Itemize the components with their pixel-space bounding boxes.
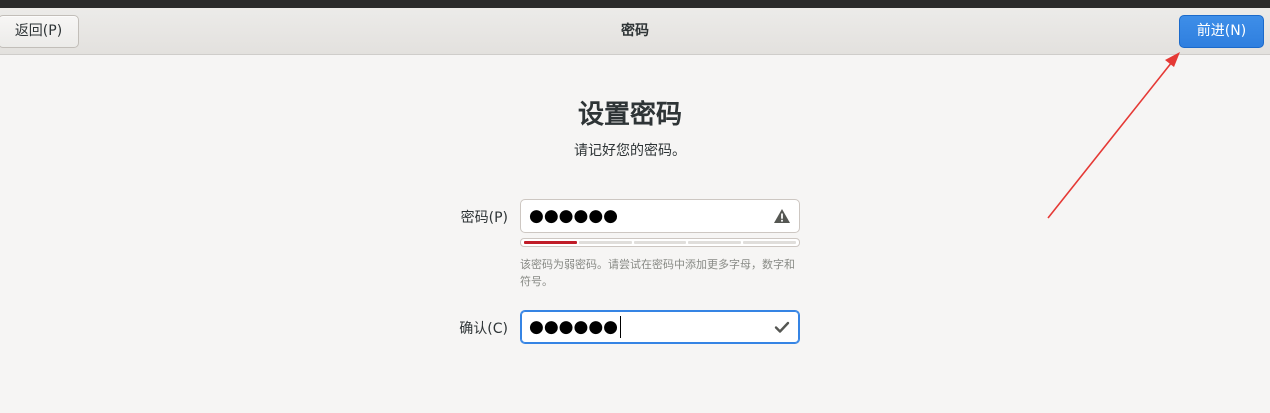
header-bar: 返回(P) 密码 前进(N): [0, 8, 1270, 55]
header-title: 密码: [621, 23, 649, 39]
confirm-label: 确认(C): [459, 321, 508, 337]
window-top-edge: [0, 0, 1270, 8]
strength-segment: [688, 241, 742, 244]
strength-segment: [633, 241, 687, 244]
password-hint: 该密码为弱密码。请尝试在密码中添加更多字母，数字和符号。: [520, 258, 795, 288]
next-button[interactable]: 前进(N): [1179, 15, 1264, 48]
warning-icon: [774, 209, 790, 223]
text-cursor: [620, 316, 621, 338]
strength-segment: [524, 241, 577, 244]
password-field[interactable]: ●●●●●●: [520, 199, 800, 233]
password-value: ●●●●●●: [529, 206, 619, 226]
confirm-field[interactable]: ●●●●●●: [520, 310, 800, 344]
password-label: 密码(P): [460, 210, 508, 226]
page-title: 设置密码: [577, 100, 682, 130]
confirm-value: ●●●●●●: [529, 317, 619, 337]
password-strength-bar: [520, 238, 800, 247]
checkmark-icon: [774, 321, 790, 333]
strength-segment: [578, 241, 632, 244]
strength-segment: [743, 241, 796, 244]
page-subtitle: 请记好您的密码。: [574, 143, 686, 159]
